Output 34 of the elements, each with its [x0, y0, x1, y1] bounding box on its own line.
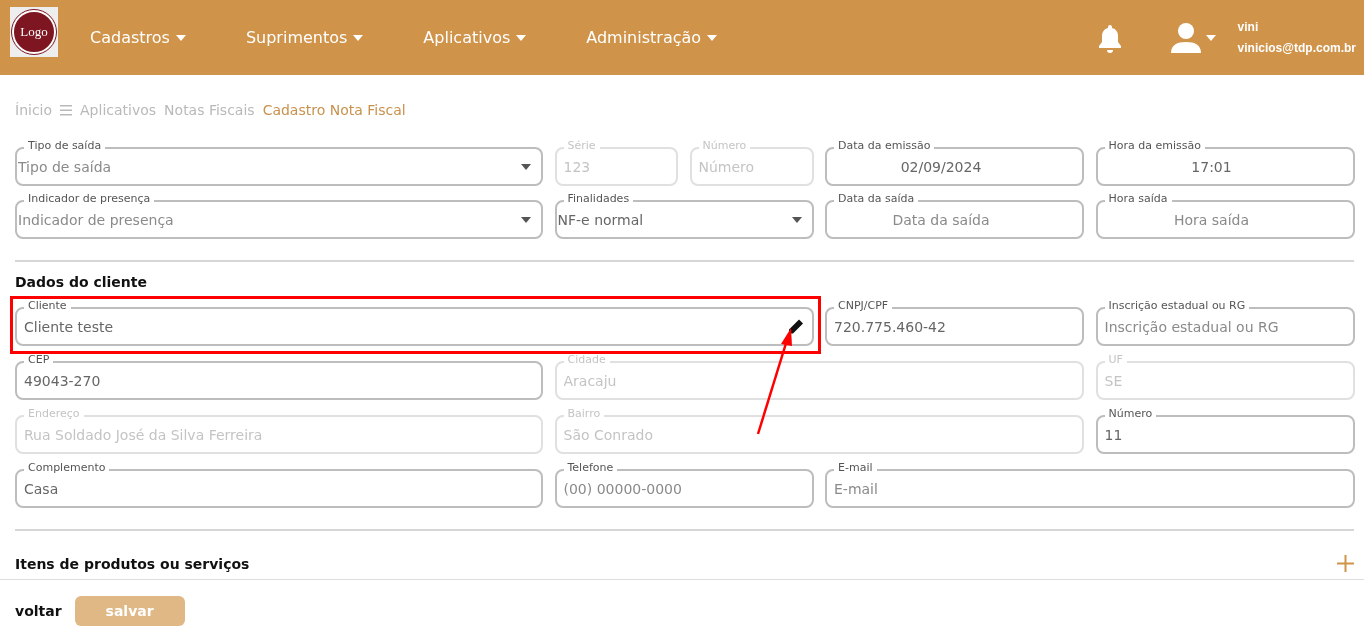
field-label: Finalidades [563, 193, 634, 205]
breadcrumb-link[interactable]: Ínicio [15, 102, 53, 118]
section-title: Dados do cliente [15, 273, 148, 292]
field-label: Endereço [24, 408, 84, 420]
field-label: CEP [24, 354, 54, 366]
field-label: Complemento [24, 462, 110, 474]
nav-menu[interactable]: Suprimentos [245, 28, 364, 47]
user-email: vinicios@tdp.com.br [1237, 41, 1356, 55]
field-label: Número [698, 140, 751, 152]
breadcrumb-link[interactable]: Aplicativos [80, 102, 157, 118]
field-label: UF [1104, 354, 1127, 366]
field-label: Inscrição estadual ou RG [1104, 300, 1250, 312]
user-name: vini [1237, 20, 1260, 34]
field-label: Hora da emissão [1104, 140, 1205, 152]
section-title: Itens de produtos ou serviços [15, 556, 250, 572]
field-label: Data da emissão [834, 140, 935, 152]
field-label: Série [563, 140, 600, 152]
nav-menu[interactable]: Administração [586, 28, 718, 47]
field-label: Indicador de presença [24, 193, 155, 205]
field-label: Cidade [563, 354, 610, 366]
field-label: CNPJ/CPF [834, 300, 893, 312]
field-label: Hora saída [1104, 193, 1172, 205]
nav-menu[interactable]: Cadastros [90, 28, 186, 47]
breadcrumb-link[interactable]: Notas Fiscais [164, 102, 255, 118]
nav-menu[interactable]: Aplicativos [423, 28, 527, 47]
field-label: Cliente [24, 300, 71, 312]
field-label: Número [1104, 408, 1157, 420]
breadcrumb-link[interactable]: Cadastro Nota Fiscal [262, 102, 406, 118]
field-label: Telefone [563, 462, 618, 474]
back-link[interactable]: voltar [15, 603, 62, 619]
field-label: Data da saída [834, 193, 919, 205]
field-label: E-mail [834, 462, 877, 474]
field-label: Bairro [563, 408, 605, 420]
field-label: Tipo de saída [24, 140, 106, 152]
